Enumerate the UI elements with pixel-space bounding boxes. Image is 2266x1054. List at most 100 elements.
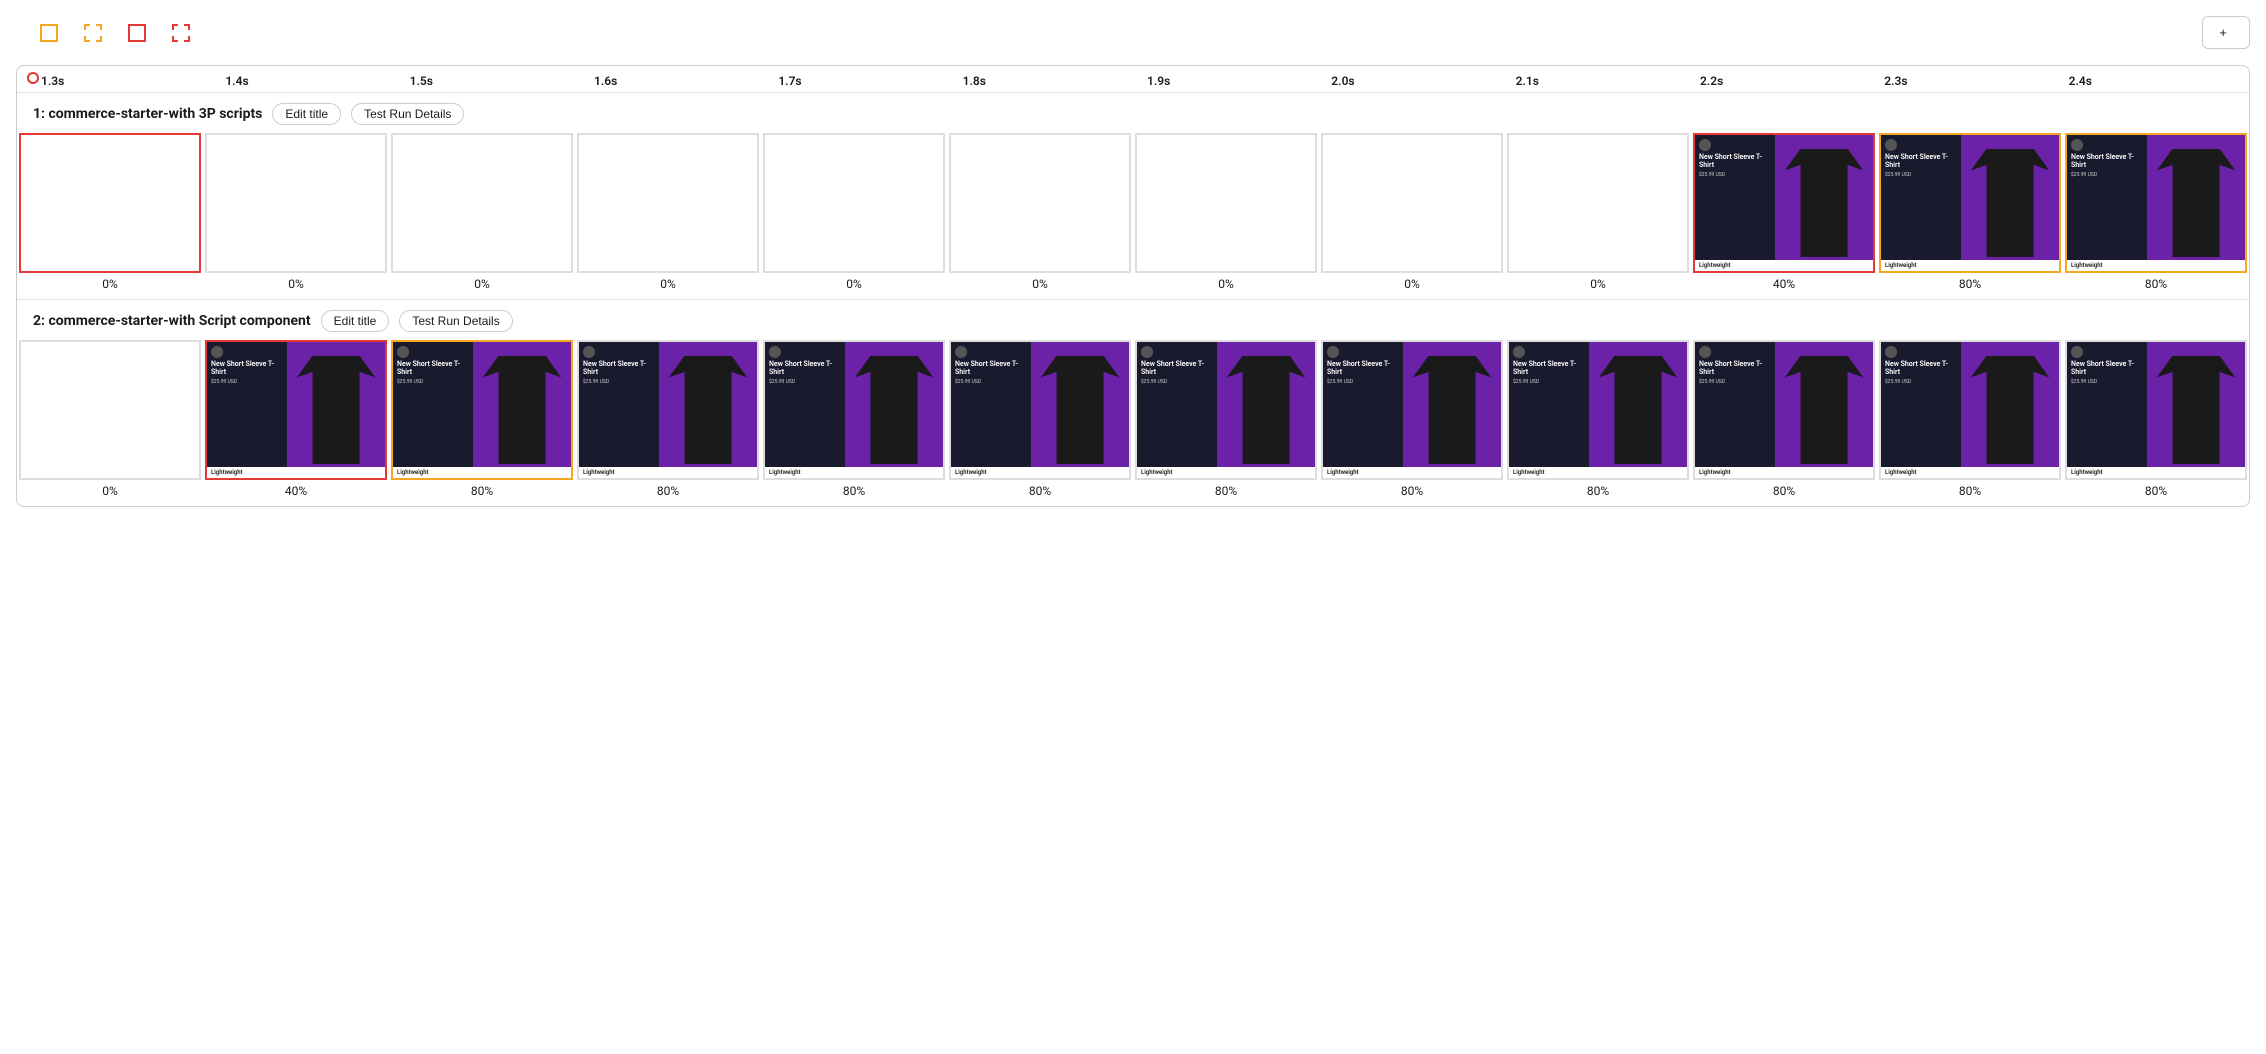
product-image (473, 342, 571, 478)
frame-cell: 0% (1505, 133, 1691, 299)
frame-percent: 40% (285, 484, 307, 498)
product-card: New Short Sleeve T-Shirt $25.99 USD ≡ Li… (1509, 342, 1687, 478)
test-run-details-button-2[interactable]: Test Run Details (399, 310, 512, 332)
product-badge: Lightweight (2067, 260, 2245, 271)
product-card: New Short Sleeve T-Shirt $25.99 USD ≡ Li… (951, 342, 1129, 478)
timeline-tick: 1.9s (1143, 74, 1327, 88)
tshirt-icon (1599, 356, 1677, 465)
legend-item-lcp (128, 24, 152, 42)
product-badge: Lightweight (1509, 467, 1687, 478)
empty-frame (579, 135, 757, 271)
product-image (659, 342, 757, 478)
product-badge: Lightweight (1881, 260, 2059, 271)
product-image (1403, 342, 1501, 478)
product-card: New Short Sleeve T-Shirt $25.99 USD ≡ Li… (1695, 342, 1873, 478)
product-icon (1699, 346, 1711, 358)
frame-percent: 80% (1773, 484, 1795, 498)
frame-image: New Short Sleeve T-Shirt $25.99 USD ≡ Li… (949, 340, 1131, 480)
frame-cell: New Short Sleeve T-Shirt $25.99 USD ≡ Li… (1505, 340, 1691, 506)
edit-title-button-2[interactable]: Edit title (321, 310, 390, 332)
frame-image: New Short Sleeve T-Shirt $25.99 USD ≡ Li… (1135, 340, 1317, 480)
product-price: $25.99 USD (1699, 379, 1776, 385)
tshirt-icon (855, 356, 933, 465)
row-title-1: 1: commerce-starter-with 3P scripts (33, 106, 262, 122)
product-title: New Short Sleeve T-Shirt (2071, 360, 2148, 377)
filmstrip-row-1: 1: commerce-starter-with 3P scripts Edit … (17, 93, 2249, 300)
product-icon (397, 346, 409, 358)
filmstrip-container: 1.3s1.4s1.5s1.6s1.7s1.8s1.9s2.0s2.1s2.2s… (16, 65, 2250, 507)
tshirt-icon (1785, 356, 1863, 465)
product-icon (1885, 346, 1897, 358)
timeline-tick: 2.2s (1696, 74, 1880, 88)
product-price: $25.99 USD (1885, 379, 1962, 385)
row-header-1: 1: commerce-starter-with 3P scripts Edit … (17, 103, 2249, 133)
product-card: New Short Sleeve T-Shirt $25.99 USD ≡ Li… (579, 342, 757, 478)
frames-row-1: 0%0%0%0%0%0%0%0%0% New Short Sleeve T-Sh… (17, 133, 2249, 299)
frame-percent: 80% (1959, 484, 1981, 498)
test-run-details-button-1[interactable]: Test Run Details (351, 103, 464, 125)
frame-image: New Short Sleeve T-Shirt $25.99 USD ≡ Li… (1507, 340, 1689, 480)
frame-cell: New Short Sleeve T-Shirt $25.99 USD ≡ Li… (1133, 340, 1319, 506)
frame-image: New Short Sleeve T-Shirt $25.99 USD ≡ Li… (1879, 133, 2061, 273)
frame-percent: 80% (843, 484, 865, 498)
product-image (2147, 342, 2245, 478)
frame-percent: 80% (471, 484, 493, 498)
frame-cell: 0% (1133, 133, 1319, 299)
frame-image (205, 133, 387, 273)
frame-cell: 0% (761, 133, 947, 299)
product-badge: Lightweight (951, 467, 1129, 478)
timeline-header: 1.3s1.4s1.5s1.6s1.7s1.8s1.9s2.0s2.1s2.2s… (17, 66, 2249, 93)
product-icon (1327, 346, 1339, 358)
frame-image (1507, 133, 1689, 273)
frame-image: New Short Sleeve T-Shirt $25.99 USD ≡ Li… (1693, 340, 1875, 480)
frame-cell: 0% (389, 133, 575, 299)
frame-cell: New Short Sleeve T-Shirt $25.99 USD ≡ Li… (203, 340, 389, 506)
legend-item-visual-change-layout (84, 24, 108, 42)
product-image (1589, 342, 1687, 478)
product-card: New Short Sleeve T-Shirt $25.99 USD ≡ Li… (765, 342, 943, 478)
product-icon (1513, 346, 1525, 358)
product-icon (211, 346, 223, 358)
product-card: New Short Sleeve T-Shirt $25.99 USD ≡ Li… (207, 342, 385, 478)
product-title: New Short Sleeve T-Shirt (1141, 360, 1218, 377)
frame-image (949, 133, 1131, 273)
frame-cell: 0% (17, 340, 203, 506)
product-image (2147, 135, 2245, 271)
product-price: $25.99 USD (1141, 379, 1218, 385)
frame-percent: 80% (2145, 277, 2167, 291)
product-card: New Short Sleeve T-Shirt $25.99 USD ≡ Li… (1323, 342, 1501, 478)
frame-percent: 0% (846, 277, 862, 291)
frame-cell: New Short Sleeve T-Shirt $25.99 USD ≡ Li… (389, 340, 575, 506)
timeline-ticks: 1.3s1.4s1.5s1.6s1.7s1.8s1.9s2.0s2.1s2.2s… (17, 74, 2249, 88)
product-card: New Short Sleeve T-Shirt $25.99 USD ≡ Li… (1137, 342, 1315, 478)
product-card: New Short Sleeve T-Shirt $25.99 USD ≡ Li… (2067, 135, 2245, 271)
tshirt-icon (1413, 356, 1491, 465)
edit-title-button-1[interactable]: Edit title (272, 103, 341, 125)
empty-frame (393, 135, 571, 271)
frame-cell: New Short Sleeve T-Shirt $25.99 USD ≡ Li… (2063, 133, 2249, 299)
tshirt-icon (1785, 149, 1863, 258)
product-icon (955, 346, 967, 358)
legend-item-visual-change (40, 24, 64, 42)
product-title: New Short Sleeve T-Shirt (1513, 360, 1590, 377)
product-badge: Lightweight (1695, 260, 1873, 271)
product-price: $25.99 USD (2071, 172, 2148, 178)
filmstrip-row-2: 2: commerce-starter-with Script componen… (17, 300, 2249, 506)
empty-frame (207, 135, 385, 271)
frame-image: New Short Sleeve T-Shirt $25.99 USD ≡ Li… (577, 340, 759, 480)
frame-percent: 80% (2145, 484, 2167, 498)
product-card: New Short Sleeve T-Shirt $25.99 USD ≡ Li… (1881, 342, 2059, 478)
frame-image (391, 133, 573, 273)
tshirt-icon (2157, 356, 2235, 465)
frame-percent: 0% (102, 277, 118, 291)
frame-cell: New Short Sleeve T-Shirt $25.99 USD ≡ Li… (575, 340, 761, 506)
visual-change-layout-icon (84, 24, 102, 42)
frame-percent: 80% (657, 484, 679, 498)
frame-percent: 80% (1215, 484, 1237, 498)
product-price: $25.99 USD (1327, 379, 1404, 385)
product-badge: Lightweight (1323, 467, 1501, 478)
frame-image (19, 340, 201, 480)
product-icon (2071, 139, 2083, 151)
timeline-tick: 2.4s (2065, 74, 2249, 88)
adjust-filmstrip-button[interactable]: + (2202, 16, 2250, 49)
